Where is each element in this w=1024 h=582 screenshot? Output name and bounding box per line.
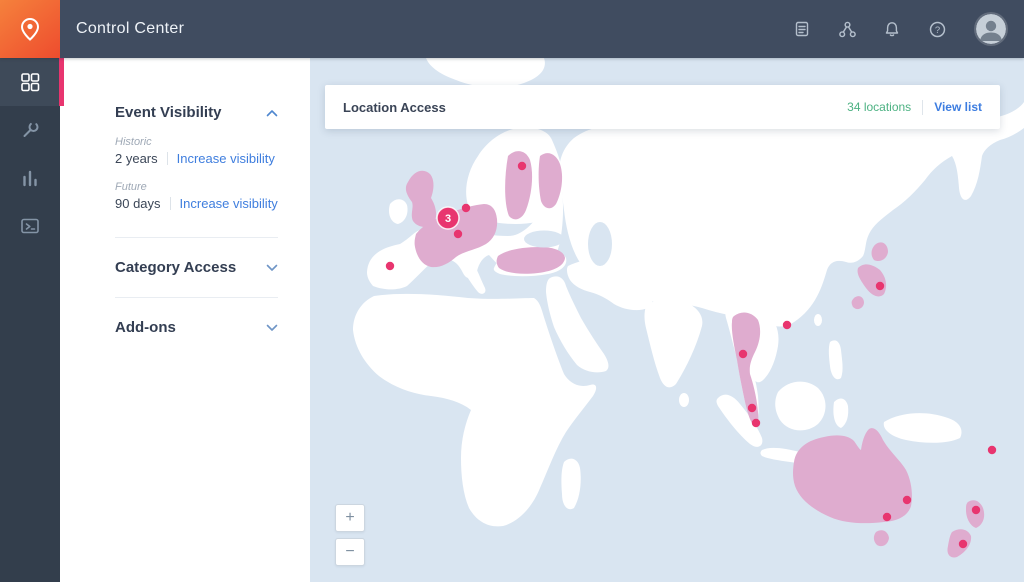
- section-category-access: Category Access: [115, 238, 278, 298]
- network-icon[interactable]: [837, 19, 857, 39]
- sidebar-item-analytics[interactable]: [0, 154, 60, 202]
- addons-header[interactable]: Add-ons: [115, 319, 278, 336]
- map-area: 3 Location Access 34 locations View list…: [310, 58, 1024, 582]
- sidebar-item-dashboard[interactable]: [0, 58, 60, 106]
- help-icon[interactable]: ?: [927, 19, 947, 39]
- future-value: 90 days: [115, 196, 161, 211]
- zoom-controls: + −: [335, 504, 365, 566]
- location-dot[interactable]: [386, 262, 394, 270]
- section-title: Category Access: [115, 259, 236, 276]
- increase-historic-visibility-link[interactable]: Increase visibility: [177, 151, 275, 166]
- report-icon[interactable]: [792, 19, 812, 39]
- chevron-down-icon: [266, 324, 278, 332]
- wrench-icon: [19, 119, 41, 141]
- sidebar: [0, 58, 60, 582]
- card-actions: 34 locations View list: [847, 100, 982, 115]
- sidebar-item-events[interactable]: [0, 202, 60, 250]
- future-label: Future: [115, 181, 278, 193]
- location-dot[interactable]: [876, 282, 884, 290]
- chevron-up-icon: [266, 109, 278, 117]
- vertical-divider: [170, 197, 171, 210]
- location-dot[interactable]: [518, 162, 526, 170]
- notifications-icon[interactable]: [882, 19, 902, 39]
- location-dot[interactable]: [739, 350, 747, 358]
- location-dot[interactable]: [959, 540, 967, 548]
- location-dot[interactable]: [883, 513, 891, 521]
- location-dot[interactable]: [903, 496, 911, 504]
- card-title: Location Access: [343, 100, 446, 115]
- historic-row: 2 years Increase visibility: [115, 151, 278, 166]
- vertical-divider: [167, 152, 168, 165]
- category-access-header[interactable]: Category Access: [115, 259, 278, 276]
- world-map[interactable]: 3: [310, 58, 1024, 582]
- location-dot[interactable]: [748, 404, 756, 412]
- topbar: Control Center: [0, 0, 1024, 58]
- control-center-app: Control Center: [0, 0, 1024, 582]
- zoom-out-button[interactable]: −: [335, 538, 365, 566]
- historic-value: 2 years: [115, 151, 158, 166]
- zoom-in-button[interactable]: +: [335, 504, 365, 532]
- section-addons: Add-ons: [115, 298, 278, 357]
- location-dot[interactable]: [988, 446, 996, 454]
- location-dot[interactable]: [462, 204, 470, 212]
- future-row: 90 days Increase visibility: [115, 196, 278, 211]
- monitor-icon: [19, 215, 41, 237]
- view-list-link[interactable]: View list: [934, 100, 982, 114]
- location-dot[interactable]: [454, 230, 462, 238]
- section-title: Event Visibility: [115, 104, 221, 121]
- svg-text:?: ?: [934, 24, 939, 35]
- increase-future-visibility-link[interactable]: Increase visibility: [180, 196, 278, 211]
- vertical-divider: [922, 100, 923, 115]
- bar-chart-icon: [19, 167, 41, 189]
- section-title: Add-ons: [115, 319, 176, 336]
- topbar-actions: ?: [792, 14, 1024, 44]
- locations-count: 34 locations: [847, 100, 911, 114]
- page-title: Control Center: [76, 20, 184, 38]
- cluster-count: 3: [445, 213, 451, 225]
- sidebar-item-tools[interactable]: [0, 106, 60, 154]
- location-dot[interactable]: [752, 419, 760, 427]
- cluster-badge-layer: 3: [437, 207, 459, 229]
- main-content: Event Visibility Historic 2 years Increa…: [60, 58, 1024, 582]
- app-logo[interactable]: [0, 0, 60, 58]
- location-dot[interactable]: [783, 321, 791, 329]
- settings-panel: Event Visibility Historic 2 years Increa…: [60, 58, 310, 582]
- location-pin-icon: [13, 12, 47, 46]
- event-visibility-header[interactable]: Event Visibility: [115, 104, 278, 121]
- chevron-down-icon: [266, 264, 278, 272]
- dashboard-grid-icon: [19, 71, 41, 93]
- location-dot[interactable]: [972, 506, 980, 514]
- section-event-visibility: Event Visibility Historic 2 years Increa…: [115, 104, 278, 238]
- location-access-card: Location Access 34 locations View list: [325, 85, 1000, 129]
- user-avatar[interactable]: [976, 14, 1006, 44]
- historic-label: Historic: [115, 136, 278, 148]
